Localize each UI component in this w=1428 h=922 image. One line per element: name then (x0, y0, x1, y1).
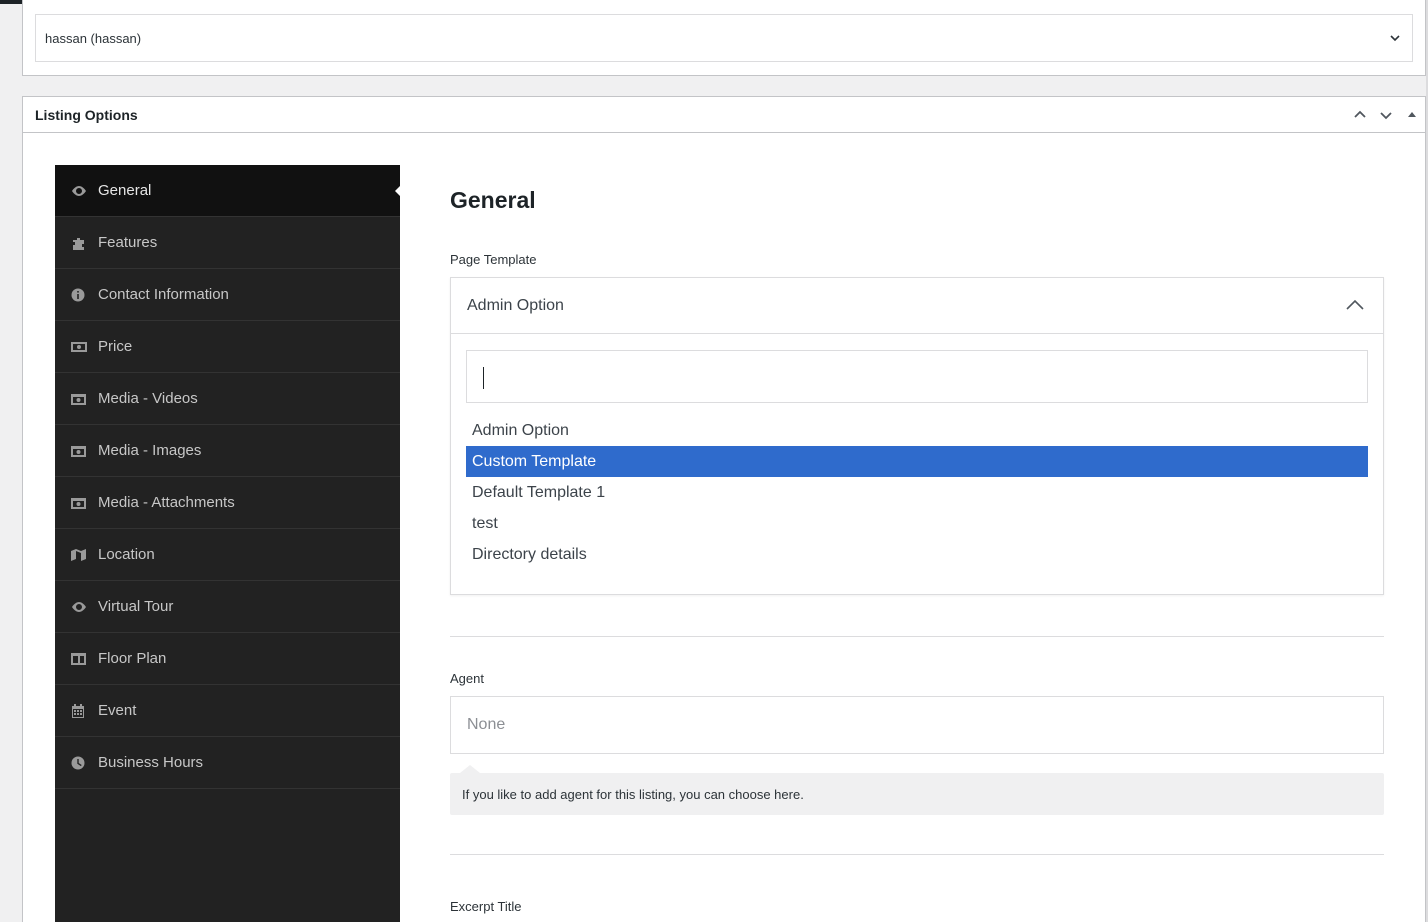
sidebar-item-label: Floor Plan (98, 650, 167, 667)
sidebar-item-general[interactable]: General (55, 165, 401, 217)
options-sidebar: General Features Contact Information Pri… (55, 165, 401, 922)
calendar-icon (70, 703, 88, 718)
page-template-label: Page Template (450, 252, 537, 267)
excerpt-title-label: Excerpt Title (450, 899, 522, 914)
author-box: hassan (hassan) (22, 0, 1426, 76)
sidebar-item-label: Business Hours (98, 754, 204, 771)
postbox-header: Listing Options (23, 97, 1425, 133)
divider (450, 636, 1384, 637)
option-default-template-1[interactable]: Default Template 1 (466, 477, 1368, 508)
sidebar-item-price[interactable]: Price (55, 321, 400, 373)
sidebar-item-label: Location (98, 546, 155, 563)
chevron-down-icon (1388, 31, 1402, 45)
info-icon (70, 288, 88, 302)
sidebar-item-label: Media - Images (98, 442, 202, 459)
eye-icon (70, 600, 88, 614)
page-template-selected: Admin Option (467, 296, 564, 314)
postbox-title: Listing Options (35, 106, 138, 123)
move-up-button[interactable] (1351, 106, 1369, 124)
sidebar-item-media-attachments[interactable]: Media - Attachments (55, 477, 400, 529)
agent-label: Agent (450, 671, 484, 686)
camera-icon (70, 392, 88, 406)
puzzle-icon (70, 236, 88, 250)
page-template-search-input[interactable] (466, 350, 1368, 403)
sidebar-item-virtual-tour[interactable]: Virtual Tour (55, 581, 400, 633)
listing-options-box: Listing Options General Features Contact… (22, 96, 1426, 922)
option-custom-template[interactable]: Custom Template (466, 446, 1368, 477)
author-select-value: hassan (hassan) (45, 30, 142, 46)
text-cursor (483, 367, 484, 389)
money-icon (70, 340, 88, 354)
sidebar-item-label: Media - Videos (98, 390, 198, 407)
option-directory-details[interactable]: Directory details (466, 539, 1368, 570)
sidebar-item-label: Features (98, 234, 158, 251)
sidebar-item-location[interactable]: Location (55, 529, 400, 581)
agent-placeholder: None (467, 716, 506, 733)
divider (450, 854, 1384, 855)
sidebar-item-label: Virtual Tour (98, 598, 174, 615)
section-title: General (450, 187, 536, 213)
sidebar-item-label: Media - Attachments (98, 494, 235, 511)
sidebar-item-features[interactable]: Features (55, 217, 400, 269)
sidebar-item-label: Event (98, 702, 137, 719)
toggle-panel-button[interactable] (1403, 106, 1421, 124)
sidebar-item-media-images[interactable]: Media - Images (55, 425, 400, 477)
page-template-dropdown: Admin Option Admin Option Custom Templat… (450, 277, 1384, 595)
sidebar-item-label: General (98, 182, 152, 199)
chevron-up-icon (1345, 298, 1365, 312)
camera-icon (70, 496, 88, 510)
sidebar-item-label: Contact Information (98, 286, 229, 303)
columns-icon (70, 652, 88, 666)
sidebar-item-business-hours[interactable]: Business Hours (55, 737, 400, 789)
map-icon (70, 548, 88, 562)
agent-hint-text: If you like to add agent for this listin… (462, 786, 804, 802)
page-template-options: Admin Option Custom Template Default Tem… (466, 415, 1368, 570)
clock-icon (70, 756, 88, 770)
sidebar-item-event[interactable]: Event (55, 685, 400, 737)
eye-icon (70, 184, 88, 198)
sidebar-item-floor-plan[interactable]: Floor Plan (55, 633, 400, 685)
option-test[interactable]: test (466, 508, 1368, 539)
author-select[interactable]: hassan (hassan) (35, 14, 1413, 62)
move-down-button[interactable] (1377, 106, 1395, 124)
agent-hint: If you like to add agent for this listin… (450, 765, 1384, 815)
sidebar-item-media-videos[interactable]: Media - Videos (55, 373, 400, 425)
sidebar-item-contact-information[interactable]: Contact Information (55, 269, 400, 321)
agent-select[interactable]: None (450, 696, 1384, 754)
page-template-select[interactable]: Admin Option (451, 278, 1383, 334)
camera-icon (70, 444, 88, 458)
option-admin-option[interactable]: Admin Option (466, 415, 1368, 446)
sidebar-item-label: Price (98, 338, 133, 355)
